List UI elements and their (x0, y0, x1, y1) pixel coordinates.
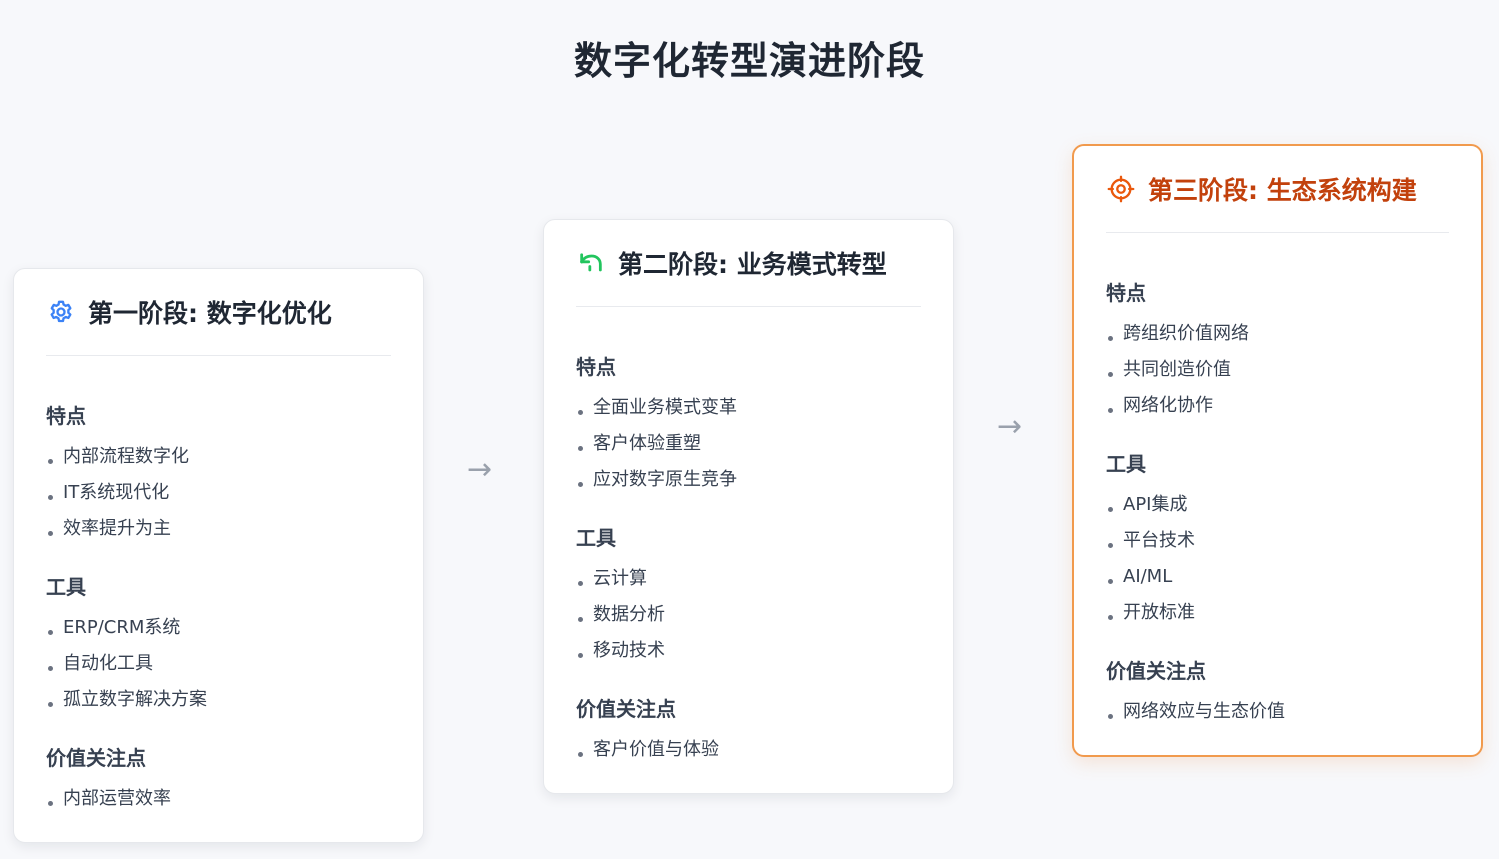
section-heading: 工具 (1106, 452, 1146, 476)
stage-card-1: 第一阶段: 数字化优化 特点 内部流程数字化 IT系统现代化 效率提升为主 工具… (13, 268, 424, 843)
list-item: 云计算 (576, 561, 921, 597)
stage-card-2: 第二阶段: 业务模式转型 特点 全面业务模式变革 客户体验重塑 应对数字原生竞争… (543, 219, 954, 794)
list-item: 效率提升为主 (46, 511, 391, 547)
list-item: 全面业务模式变革 (576, 390, 921, 426)
value-list: 内部运营效率 (46, 781, 391, 817)
gear-icon (46, 297, 76, 327)
feature-list: 跨组织价值网络 共同创造价值 网络化协作 (1106, 316, 1449, 424)
stage-header: 第三阶段: 生态系统构建 (1106, 146, 1449, 233)
page-title: 数字化转型演进阶段 (573, 39, 925, 83)
list-item: 内部运营效率 (46, 781, 391, 817)
stage-title: 第三阶段: 生态系统构建 (1148, 176, 1417, 205)
list-item: 开放标准 (1106, 595, 1449, 631)
list-item: 跨组织价值网络 (1106, 316, 1449, 352)
list-item: 内部流程数字化 (46, 439, 391, 475)
stage-card-3: 第三阶段: 生态系统构建 特点 跨组织价值网络 共同创造价值 网络化协作 工具 … (1072, 144, 1483, 757)
stage-title: 第二阶段: 业务模式转型 (618, 250, 887, 279)
feature-list: 全面业务模式变革 客户体验重塑 应对数字原生竞争 (576, 390, 921, 498)
stage-title: 第一阶段: 数字化优化 (88, 299, 332, 328)
section-heading: 价值关注点 (46, 746, 146, 770)
tool-list: ERP/CRM系统 自动化工具 孤立数字解决方案 (46, 610, 391, 718)
value-list: 客户价值与体验 (576, 732, 921, 768)
value-list: 网络效应与生态价值 (1106, 694, 1449, 730)
list-item: IT系统现代化 (46, 475, 391, 511)
section-heading: 工具 (46, 575, 86, 599)
list-item: AI/ML (1106, 559, 1449, 595)
list-item: 应对数字原生竞争 (576, 462, 921, 498)
list-item: 网络效应与生态价值 (1106, 694, 1449, 730)
target-icon (1106, 174, 1136, 204)
list-item: 网络化协作 (1106, 388, 1449, 424)
tool-list: 云计算 数据分析 移动技术 (576, 561, 921, 669)
list-item: 自动化工具 (46, 646, 391, 682)
section-heading: 价值关注点 (1106, 659, 1206, 683)
section-heading: 价值关注点 (576, 697, 676, 721)
list-item: 孤立数字解决方案 (46, 682, 391, 718)
stage-header: 第二阶段: 业务模式转型 (576, 220, 921, 307)
list-item: ERP/CRM系统 (46, 610, 391, 646)
list-item: 平台技术 (1106, 523, 1449, 559)
list-item: API集成 (1106, 487, 1449, 523)
section-heading: 特点 (1106, 281, 1146, 305)
arrow-right-icon: → (997, 409, 1023, 444)
list-item: 客户价值与体验 (576, 732, 921, 768)
stage-header: 第一阶段: 数字化优化 (46, 269, 391, 356)
feature-list: 内部流程数字化 IT系统现代化 效率提升为主 (46, 439, 391, 547)
page: 数字化转型演进阶段 第一阶段: 数字化优化 特点 内部流程数字化 IT系统现代化… (0, 0, 1499, 859)
section-heading: 特点 (576, 355, 616, 379)
arrow-right-icon: → (467, 452, 493, 487)
list-item: 数据分析 (576, 597, 921, 633)
tool-list: API集成 平台技术 AI/ML 开放标准 (1106, 487, 1449, 631)
undo-arrow-icon (576, 248, 606, 278)
list-item: 共同创造价值 (1106, 352, 1449, 388)
section-heading: 特点 (46, 404, 86, 428)
list-item: 客户体验重塑 (576, 426, 921, 462)
list-item: 移动技术 (576, 633, 921, 669)
section-heading: 工具 (576, 526, 616, 550)
